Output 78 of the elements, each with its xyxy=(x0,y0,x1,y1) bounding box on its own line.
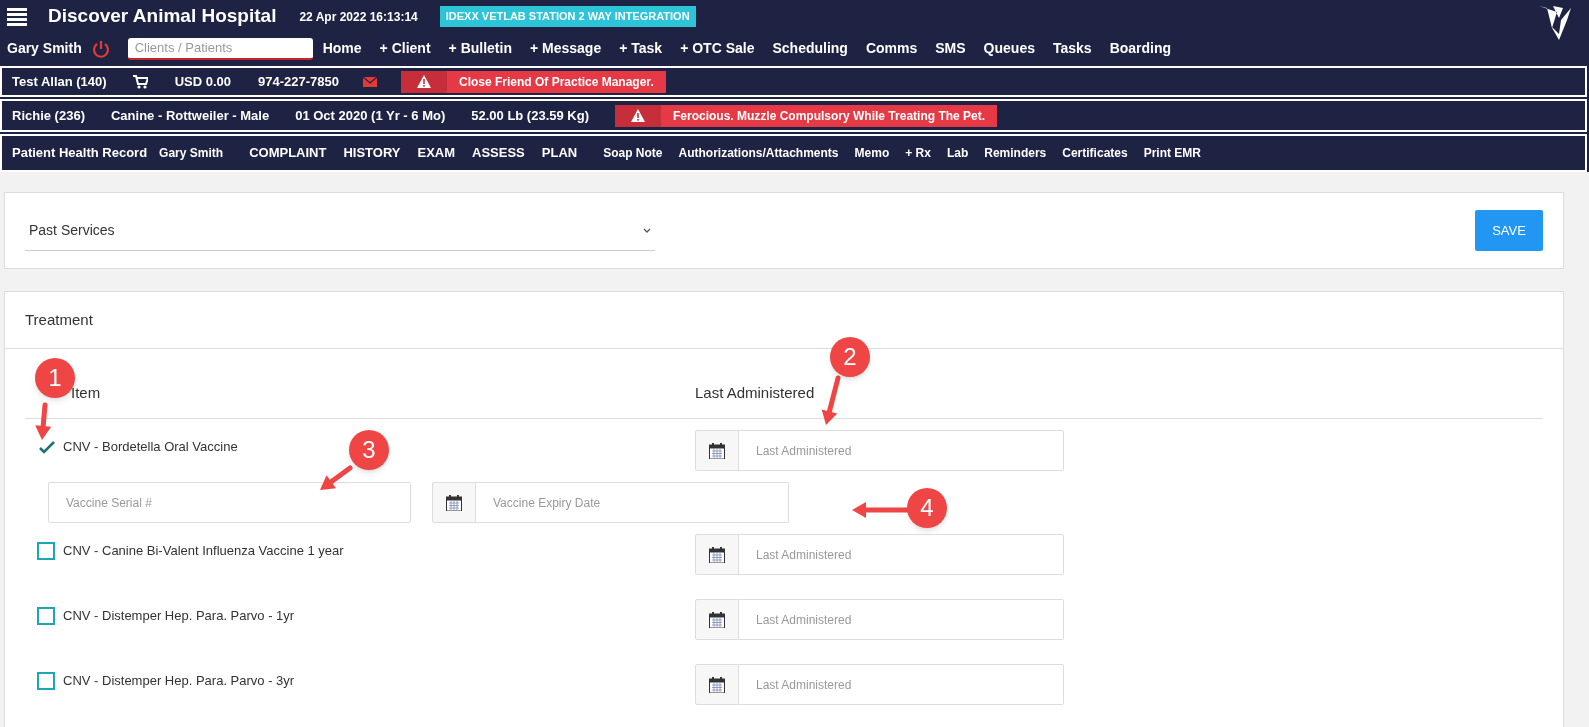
section-tab[interactable]: ASSESS xyxy=(472,143,525,163)
nav-link[interactable]: + Message xyxy=(530,38,602,59)
serial-field[interactable]: Vaccine Serial # xyxy=(48,482,411,523)
calendar-button[interactable] xyxy=(695,599,739,640)
treatment-item: CNV - Distemper Hep. Para. Parvo - 1yr xyxy=(63,607,295,625)
treatment-item: CNV - Canine Bi-Valent Influenza Vaccine 1 year xyxy=(63,542,344,560)
date-time: 22 Apr 2022 16:13:14 xyxy=(299,8,418,26)
services-dropdown[interactable]: Past Services xyxy=(25,210,655,251)
record-title: Patient Health Record xyxy=(12,144,148,163)
record-link[interactable]: Soap Note xyxy=(603,144,663,162)
integration-badge: IDEXX VETLAB STATION 2 WAY INTEGRATION xyxy=(439,6,696,27)
warning-icon xyxy=(416,74,432,89)
patient-name: Richie (236) xyxy=(12,106,85,125)
cart-icon xyxy=(132,74,148,89)
calendar-button[interactable] xyxy=(432,482,476,523)
patient-weight: 52.00 Lb (23.59 Kg) xyxy=(471,106,589,125)
nav-link[interactable]: SMS xyxy=(935,38,966,59)
record-link[interactable]: + Rx xyxy=(905,144,931,162)
alert-text: Ferocious. Muzzle Compulsory While Treating The Pet. xyxy=(672,107,987,125)
callout-arrow xyxy=(320,465,353,490)
section-tab[interactable]: HISTORY xyxy=(343,143,401,163)
record-link[interactable]: Lab xyxy=(946,144,969,162)
calendar-button[interactable] xyxy=(695,534,739,575)
card-title: Treatment xyxy=(25,309,93,330)
section-tab[interactable]: COMPLAINT xyxy=(249,143,327,163)
search-field[interactable]: Clients / Patients xyxy=(127,37,313,60)
nav-link[interactable]: Comms xyxy=(865,38,918,59)
date-field[interactable]: Vaccine Expiry Date xyxy=(476,482,789,523)
date-field[interactable]: Last Administered xyxy=(739,534,1064,575)
mail-icon xyxy=(363,76,377,87)
record-link[interactable]: Reminders xyxy=(984,144,1047,162)
nav-link[interactable]: + Bulletin xyxy=(448,38,512,59)
section-tab[interactable]: PLAN xyxy=(541,143,578,163)
date-field[interactable]: Last Administered xyxy=(739,430,1064,471)
calendar-icon xyxy=(446,494,462,511)
nav-link[interactable]: + Task xyxy=(619,38,663,59)
callout-arrow xyxy=(821,375,841,425)
nav-link[interactable]: Tasks xyxy=(1052,38,1092,59)
calendar-icon xyxy=(709,546,725,563)
record-link[interactable]: Print EMR xyxy=(1143,144,1201,162)
checkbox[interactable] xyxy=(39,439,55,454)
power-icon xyxy=(91,39,110,58)
menu-icon xyxy=(7,7,27,26)
section-tab[interactable]: EXAM xyxy=(417,143,456,163)
account-balance: USD 0.00 xyxy=(174,72,231,91)
nav-link[interactable]: Queues xyxy=(983,38,1035,59)
patient-birthdate: 01 Oct 2020 (1 Yr - 6 Mo) xyxy=(295,106,446,125)
calendar-icon xyxy=(709,611,725,628)
nav-link[interactable]: + OTC Sale xyxy=(680,38,755,59)
nav-link[interactable]: Home xyxy=(322,38,362,59)
phone-number: 974-227-7850 xyxy=(258,72,339,91)
treatment-item: CNV - Distemper Hep. Para. Parvo - 3yr xyxy=(63,672,295,690)
callout-arrow xyxy=(35,402,52,440)
checkbox[interactable] xyxy=(37,606,55,625)
calendar-icon xyxy=(709,442,725,459)
user-name: Gary Smith xyxy=(7,39,82,58)
chevron-down-icon xyxy=(643,227,651,233)
nav-link[interactable]: Scheduling xyxy=(772,38,848,59)
client-name: Test Allan (140) xyxy=(12,72,107,91)
record-link[interactable]: Authorizations/Attachments xyxy=(678,144,839,162)
checkbox[interactable] xyxy=(37,671,55,690)
warning-icon xyxy=(630,108,646,123)
calendar-button[interactable] xyxy=(695,664,739,705)
calendar-icon xyxy=(709,676,725,693)
checkbox[interactable] xyxy=(37,541,55,560)
app-title: Discover Animal Hospital xyxy=(48,4,277,29)
calendar-button[interactable] xyxy=(695,430,739,471)
record-link[interactable]: Certificates xyxy=(1062,144,1128,162)
column-header: Last Administered xyxy=(695,382,815,403)
nav-link[interactable]: Boarding xyxy=(1109,38,1172,59)
record-link[interactable]: Memo xyxy=(854,144,890,162)
date-field[interactable]: Last Administered xyxy=(739,664,1064,705)
patient-breed: Canine - Rottweiler - Male xyxy=(111,106,270,125)
record-user: Gary Smith xyxy=(159,145,224,162)
treatment-item: CNV - Bordetella Oral Vaccine xyxy=(63,438,238,456)
date-field[interactable]: Last Administered xyxy=(739,599,1064,640)
nav-link[interactable]: + Client xyxy=(379,38,431,59)
alert-text: Close Friend Of Practice Manager. xyxy=(458,73,655,91)
